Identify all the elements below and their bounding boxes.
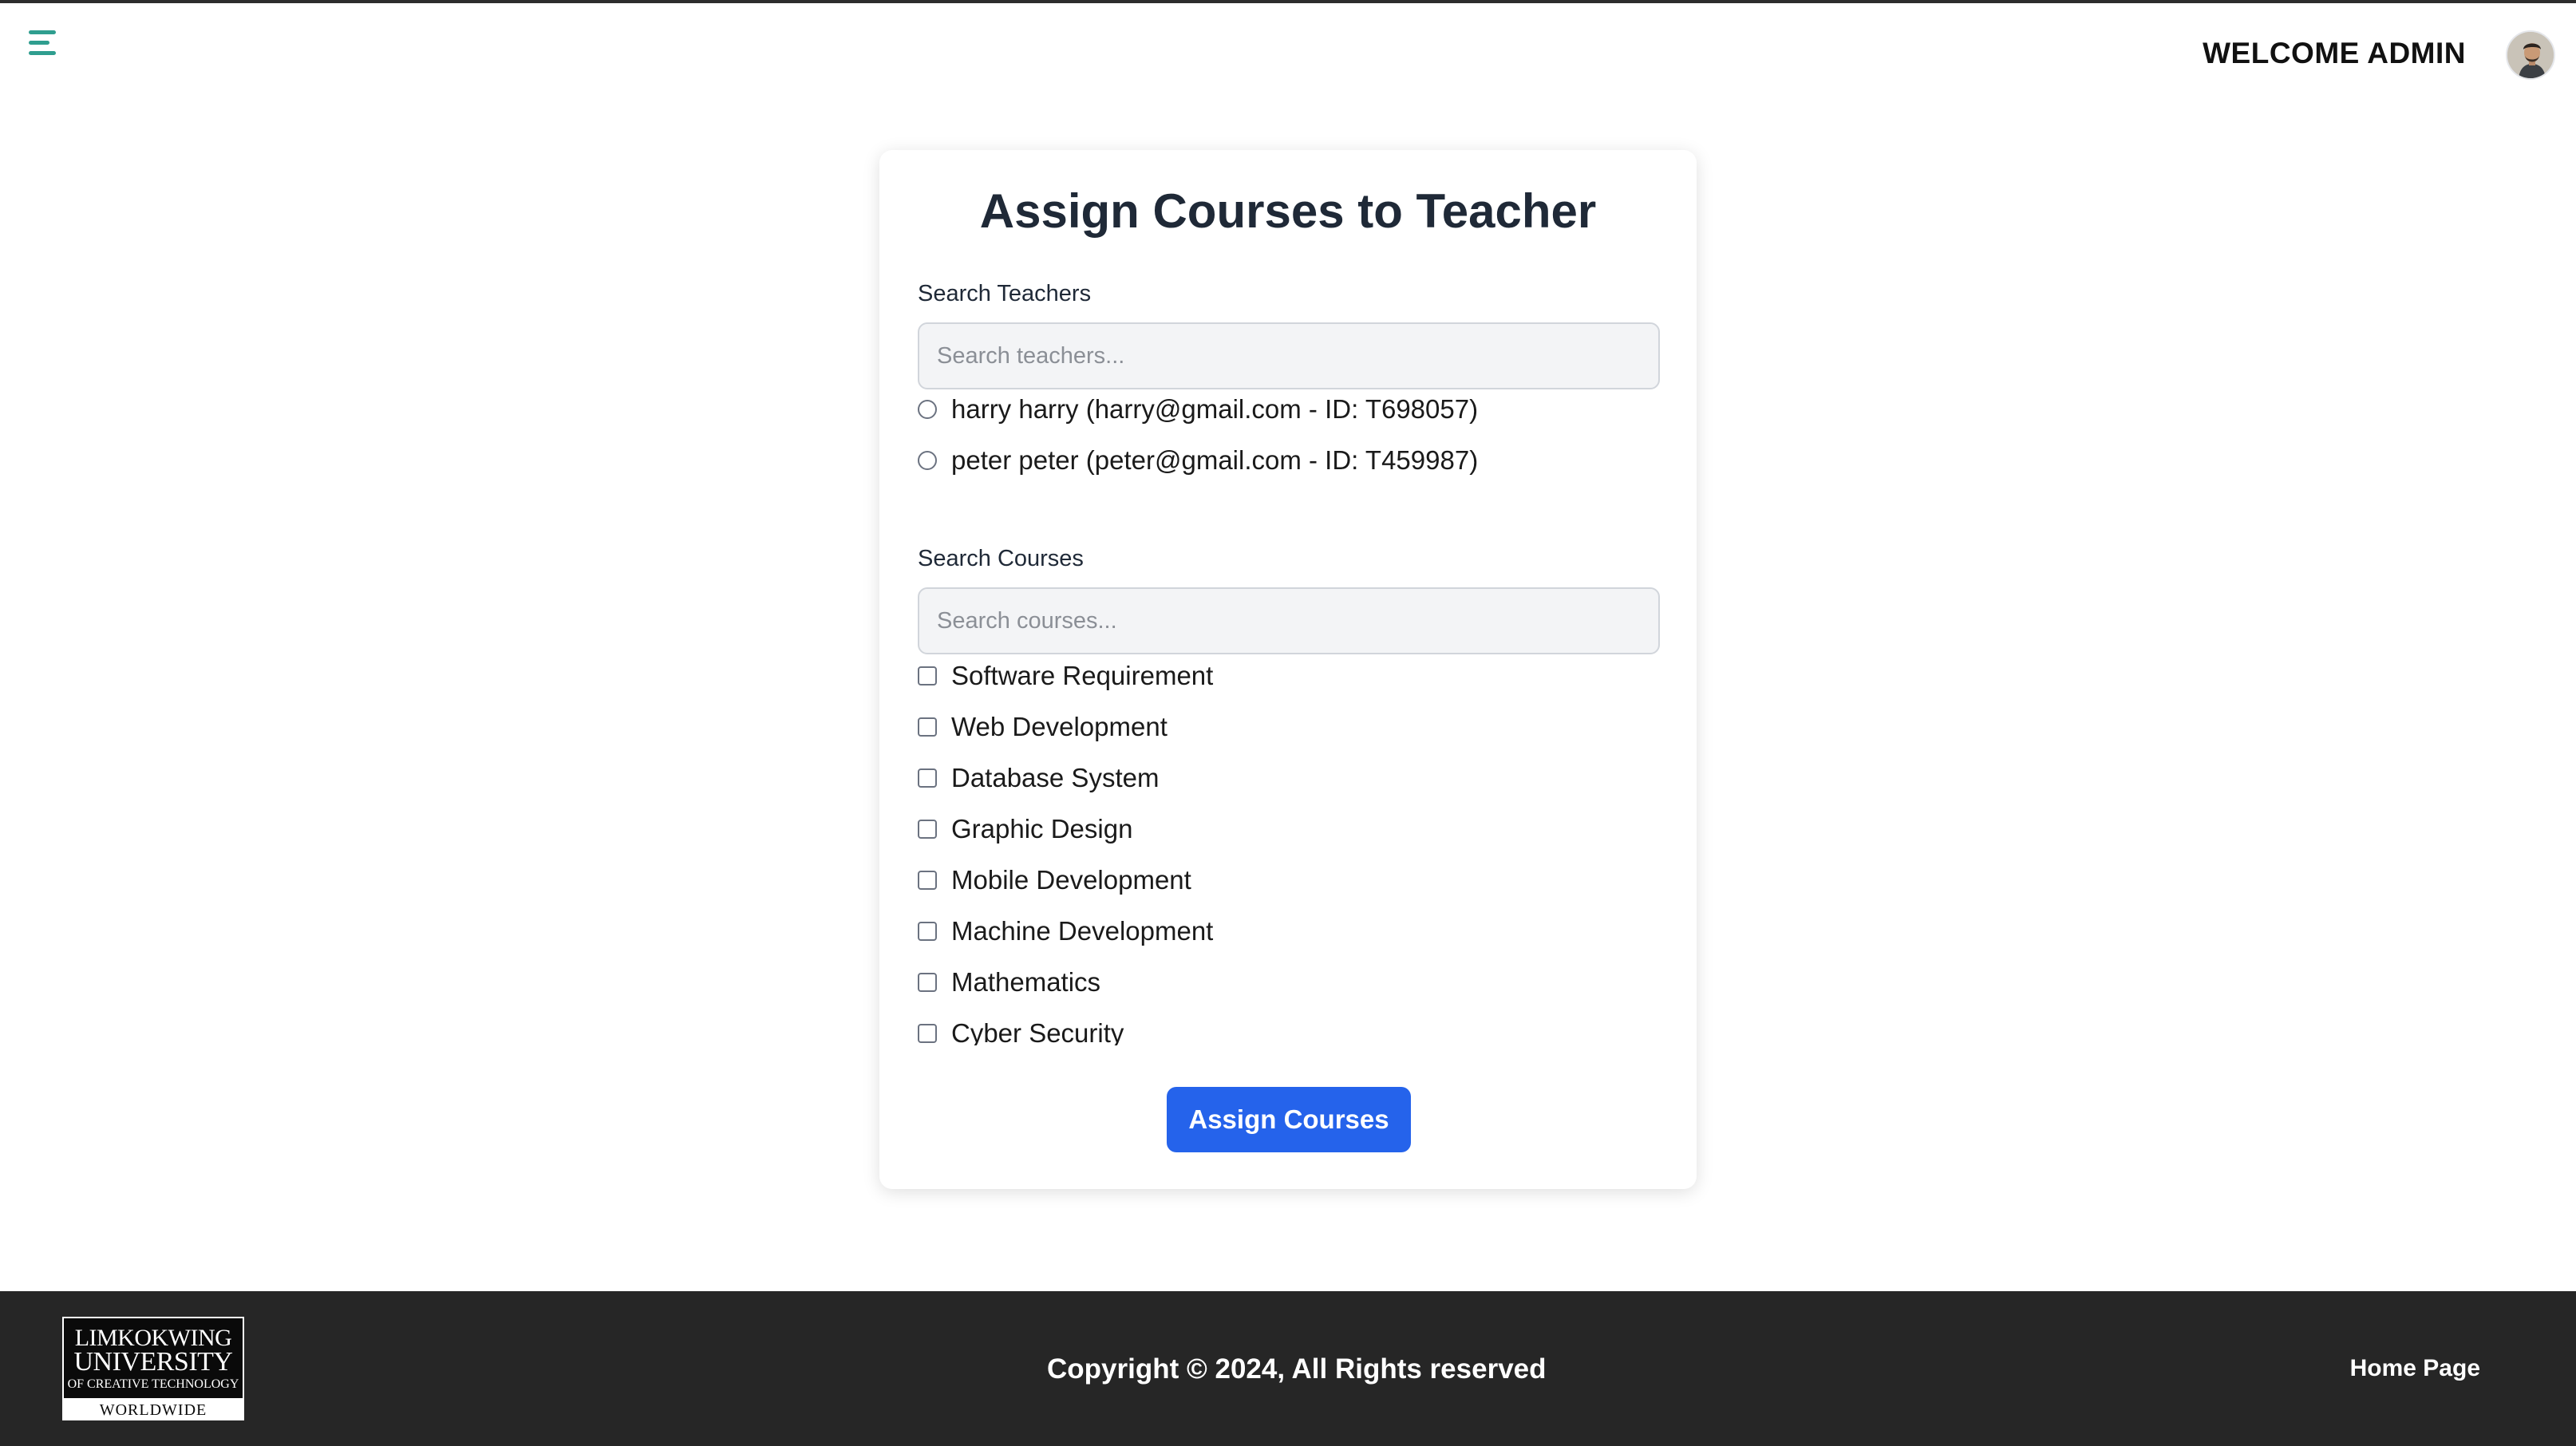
site-footer: LIMKOKWING UNIVERSITY OF CREATIVE TECHNO… [0,1291,2576,1446]
teacher-option-label: peter peter (peter@gmail.com - ID: T4599… [951,445,1479,475]
course-checkbox[interactable] [918,820,937,839]
top-header: WELCOME ADMIN [0,3,2576,99]
course-option-label: Software Requirement [951,661,1214,690]
course-option[interactable]: Mathematics [918,967,1100,998]
course-option[interactable]: Cyber Security [918,1018,1124,1045]
menu-icon-line [29,41,49,45]
teacher-radio[interactable] [918,451,937,470]
search-teachers-input[interactable] [918,322,1660,389]
user-avatar[interactable] [2506,30,2555,80]
course-option[interactable]: Web Development [918,712,1167,742]
course-option-label: Cyber Security [951,1018,1124,1045]
search-courses-label: Search Courses [918,546,1084,571]
hamburger-menu-icon[interactable] [29,29,61,57]
avatar-icon [2507,32,2554,78]
course-option[interactable]: Machine Development [918,916,1213,946]
course-option[interactable]: Database System [918,763,1159,793]
course-option-label: Mathematics [951,967,1101,997]
university-logo: LIMKOKWING UNIVERSITY OF CREATIVE TECHNO… [62,1317,244,1420]
course-checkbox[interactable] [918,1024,937,1043]
menu-icon-line [29,30,56,34]
course-option-label: Web Development [951,712,1167,741]
course-list[interactable]: Software Requirement Web Development Dat… [879,661,1697,1045]
course-option[interactable]: Software Requirement [918,661,1213,691]
teacher-option-label: harry harry (harry@gmail.com - ID: T6980… [951,394,1479,424]
course-option-label: Database System [951,763,1160,792]
menu-icon-line [29,51,56,55]
course-option-label: Machine Development [951,916,1214,946]
page-title: Assign Courses to Teacher [979,184,1597,238]
course-checkbox[interactable] [918,666,937,685]
course-checkbox[interactable] [918,973,937,992]
teacher-radio[interactable] [918,400,937,419]
course-option-label: Graphic Design [951,814,1133,844]
assign-courses-button[interactable]: Assign Courses [1167,1087,1411,1152]
course-checkbox[interactable] [918,768,937,788]
course-option[interactable]: Mobile Development [918,865,1191,895]
course-checkbox[interactable] [918,922,937,941]
logo-text-line: UNIVERSITY [73,1347,233,1377]
teacher-option[interactable]: harry harry (harry@gmail.com - ID: T6980… [918,394,1478,425]
course-checkbox[interactable] [918,717,937,737]
course-checkbox[interactable] [918,871,937,890]
welcome-text: WELCOME ADMIN [2203,37,2466,69]
teacher-option[interactable]: peter peter (peter@gmail.com - ID: T4599… [918,445,1478,476]
search-courses-input[interactable] [918,587,1660,654]
logo-text-line: OF CREATIVE TECHNOLOGY [67,1377,239,1391]
copyright-text: Copyright © 2024, All Rights reserved [1047,1353,1547,1385]
assign-courses-card: Assign Courses to Teacher Search Teacher… [879,150,1697,1189]
course-option-label: Mobile Development [951,865,1191,895]
logo-text-line: WORLDWIDE [99,1401,207,1419]
course-option[interactable]: Graphic Design [918,814,1132,844]
home-page-link[interactable]: Home Page [2350,1355,2480,1382]
search-teachers-label: Search Teachers [918,281,1092,306]
